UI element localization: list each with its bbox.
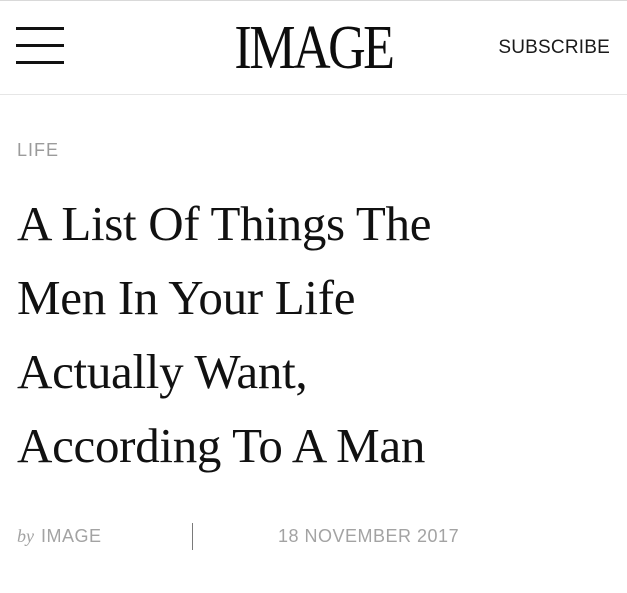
- headline-line: According To A Man: [17, 418, 426, 473]
- byline-prefix: by: [17, 526, 34, 546]
- byline-divider: [192, 523, 193, 550]
- article-headline: A List Of Things The Men In Your Life Ac…: [17, 187, 617, 483]
- headline-line: Men In Your Life: [17, 270, 356, 325]
- subscribe-link[interactable]: SUBSCRIBE: [498, 37, 610, 59]
- author-link[interactable]: IMAGE: [41, 526, 102, 547]
- article-byline: by IMAGE 18 NOVEMBER 2017: [17, 523, 627, 553]
- logo-text: IMAGE: [234, 14, 395, 82]
- site-header: IMAGE SUBSCRIBE: [0, 1, 627, 95]
- article-category[interactable]: LIFE: [17, 139, 59, 161]
- publish-date: 18 NOVEMBER 2017: [278, 526, 460, 546]
- headline-line: A List Of Things The: [17, 196, 432, 251]
- headline-line: Actually Want,: [17, 344, 308, 399]
